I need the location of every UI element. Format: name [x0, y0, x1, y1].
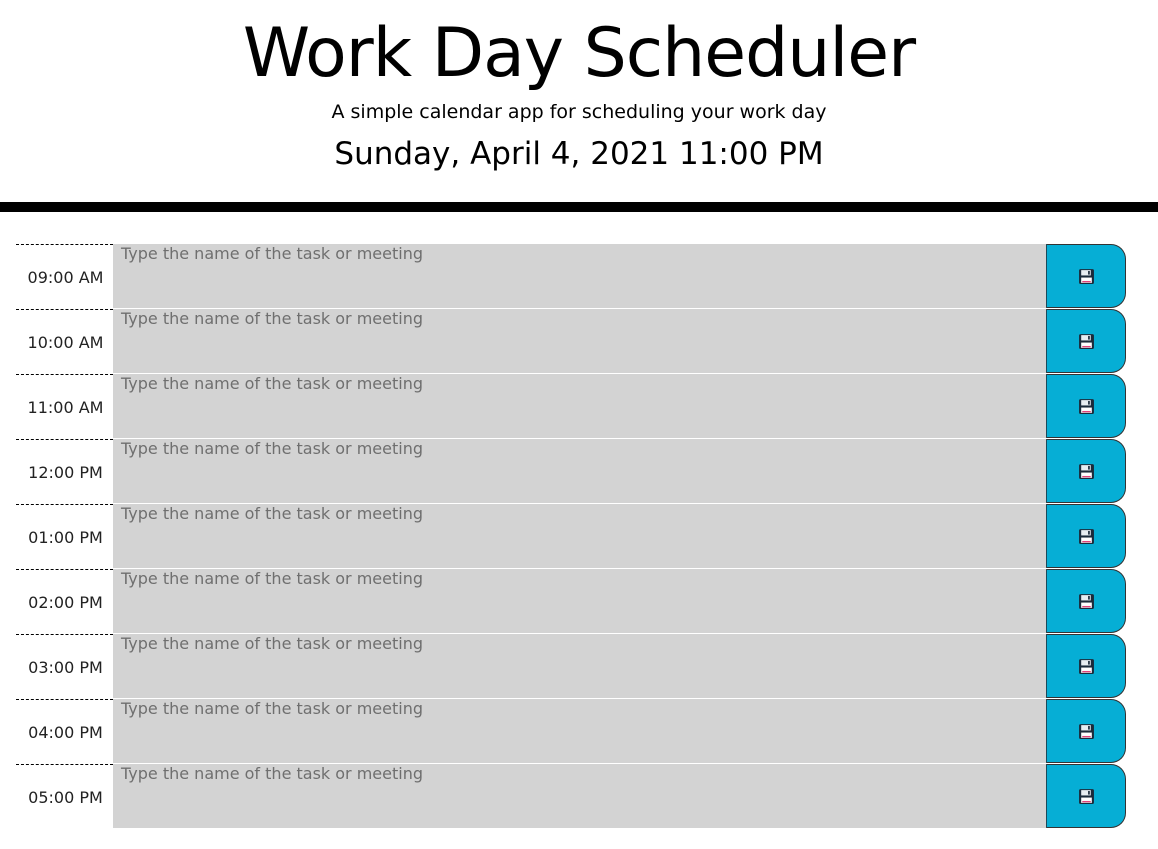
task-description-input[interactable]	[113, 244, 1046, 309]
task-description-input[interactable]	[113, 569, 1046, 634]
floppy-disk-icon	[1078, 268, 1094, 284]
page-subtitle: A simple calendar app for scheduling you…	[331, 101, 827, 123]
time-block: 05:00 PM	[16, 764, 1126, 829]
floppy-disk-icon	[1078, 788, 1094, 804]
hour-label: 02:00 PM	[16, 569, 113, 634]
floppy-disk-icon	[1078, 593, 1094, 609]
hour-label: 03:00 PM	[16, 634, 113, 699]
time-block: 01:00 PM	[16, 504, 1126, 569]
save-button[interactable]	[1046, 309, 1126, 373]
save-button[interactable]	[1046, 374, 1126, 438]
time-block: 10:00 AM	[16, 309, 1126, 374]
floppy-disk-icon	[1078, 398, 1094, 414]
hour-label: 05:00 PM	[16, 764, 113, 829]
hour-label: 12:00 PM	[16, 439, 113, 504]
hour-label: 09:00 AM	[16, 244, 113, 309]
floppy-disk-icon	[1078, 463, 1094, 479]
task-description-input[interactable]	[113, 309, 1046, 374]
time-block: 04:00 PM	[16, 699, 1126, 764]
save-button[interactable]	[1046, 244, 1126, 308]
time-block: 02:00 PM	[16, 569, 1126, 634]
save-button[interactable]	[1046, 634, 1126, 698]
task-description-input[interactable]	[113, 764, 1046, 829]
task-description-input[interactable]	[113, 504, 1046, 569]
time-block: 12:00 PM	[16, 439, 1126, 504]
task-description-input[interactable]	[113, 634, 1046, 699]
floppy-disk-icon	[1078, 723, 1094, 739]
time-block: 09:00 AM	[16, 244, 1126, 309]
task-description-input[interactable]	[113, 374, 1046, 439]
time-block: 03:00 PM	[16, 634, 1126, 699]
save-button[interactable]	[1046, 569, 1126, 633]
save-button[interactable]	[1046, 439, 1126, 503]
save-button[interactable]	[1046, 504, 1126, 568]
scheduler-container: 09:00 AM 10:00 AM 11:00 AM	[16, 244, 1126, 829]
task-description-input[interactable]	[113, 699, 1046, 764]
page-header: Work Day Scheduler A simple calendar app…	[0, 0, 1158, 212]
page-title: Work Day Scheduler	[242, 14, 916, 93]
current-day: Sunday, April 4, 2021 11:00 PM	[334, 136, 824, 172]
save-button[interactable]	[1046, 764, 1126, 828]
floppy-disk-icon	[1078, 528, 1094, 544]
hour-label: 10:00 AM	[16, 309, 113, 374]
save-button[interactable]	[1046, 699, 1126, 763]
hour-label: 01:00 PM	[16, 504, 113, 569]
task-description-input[interactable]	[113, 439, 1046, 504]
time-block: 11:00 AM	[16, 374, 1126, 439]
hour-label: 11:00 AM	[16, 374, 113, 439]
floppy-disk-icon	[1078, 333, 1094, 349]
hour-label: 04:00 PM	[16, 699, 113, 764]
floppy-disk-icon	[1078, 658, 1094, 674]
